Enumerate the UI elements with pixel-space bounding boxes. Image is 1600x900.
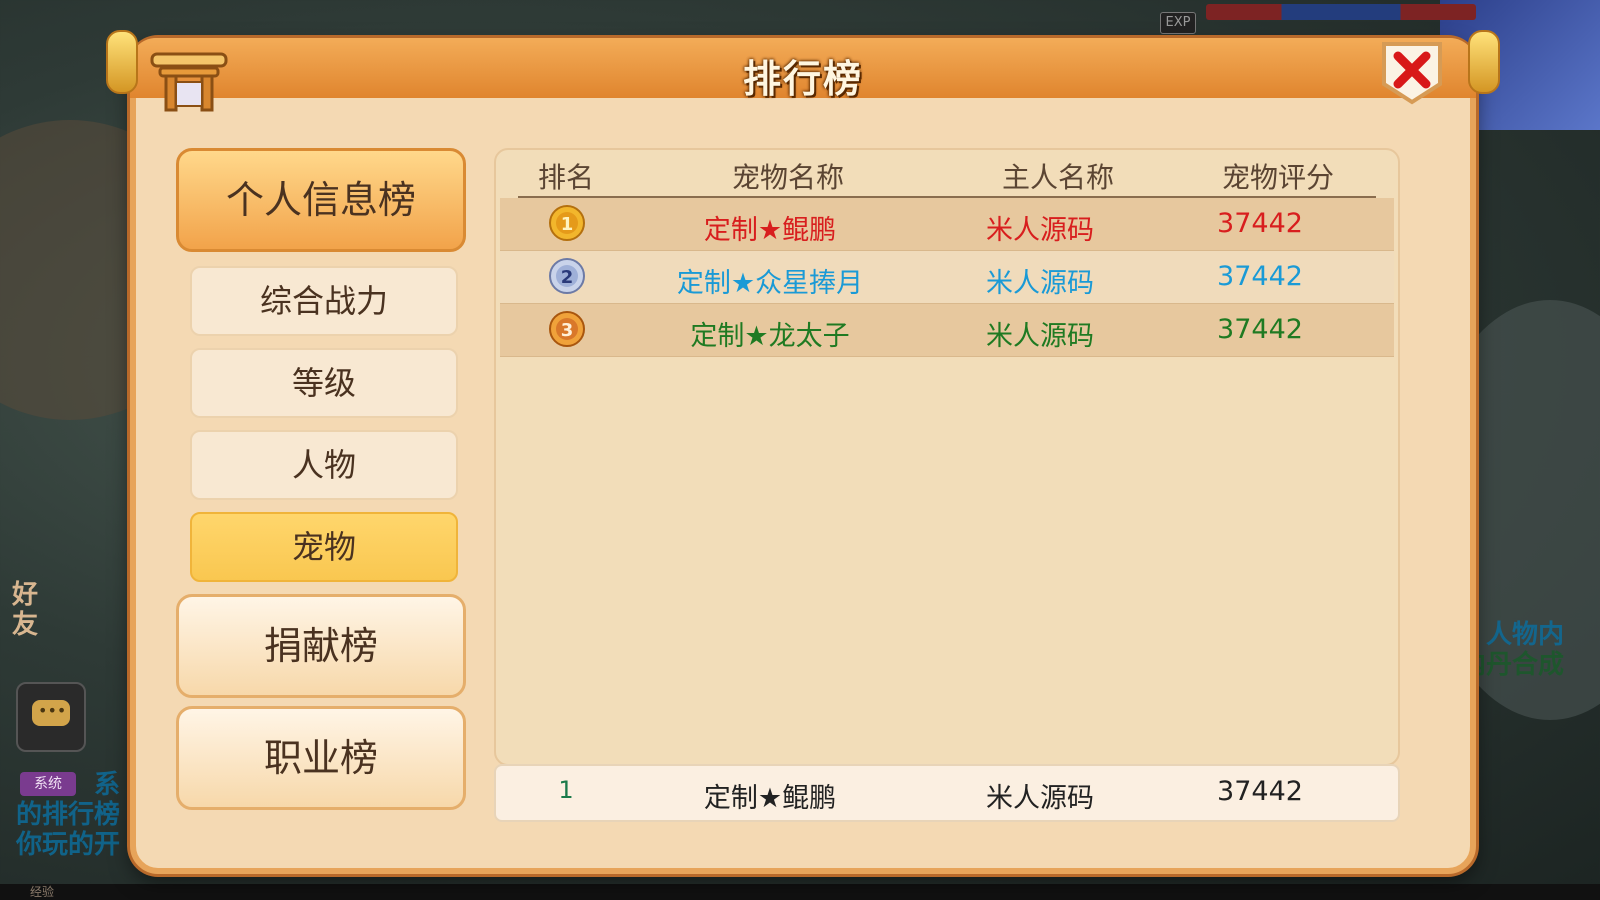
nav-donation[interactable]: 捐献榜 <box>176 594 466 698</box>
ranking-table: 排名 宠物名称 主人名称 宠物评分 1 定制★鲲鹏 米人源码 37442 2 定… <box>494 148 1400 766</box>
my-ranking-row: 1 定制★鲲鹏 米人源码 37442 <box>494 764 1400 822</box>
nav-pet[interactable]: 宠物 <box>190 512 458 582</box>
nav-item-label: 综合战力 <box>259 282 388 320</box>
nav-combat-power[interactable]: 综合战力 <box>190 266 458 336</box>
friend-label[interactable]: 好友 <box>12 580 42 640</box>
nav-level[interactable]: 等级 <box>190 348 458 418</box>
chat-text: 系 <box>94 770 121 800</box>
scroll-knob-right <box>1468 30 1500 94</box>
nav-career[interactable]: 职业榜 <box>176 706 466 810</box>
nav-item-label: 宠物 <box>291 528 356 566</box>
bottom-exp-bar <box>0 884 1600 900</box>
system-badge: 系统 <box>20 772 76 796</box>
owner-name: 米人源码 <box>986 321 1094 352</box>
owner-name: 米人源码 <box>986 268 1094 299</box>
my-pet-score: 37442 <box>1217 776 1303 807</box>
nav-personal-info[interactable]: 个人信息榜 <box>176 148 466 252</box>
my-rank: 1 <box>558 776 574 804</box>
table-row[interactable]: 2 定制★众星捧月 米人源码 37442 <box>500 251 1394 304</box>
chat-bubble-icon <box>32 700 70 726</box>
nav-career-label: 职业榜 <box>263 736 378 780</box>
pet-score: 37442 <box>1217 208 1303 239</box>
nav-donation-label: 捐献榜 <box>263 624 378 668</box>
bronze-medal-icon: 3 <box>549 311 585 347</box>
pet-score: 37442 <box>1217 261 1303 292</box>
pet-name: 定制★鲲鹏 <box>703 215 837 246</box>
bottom-exp-label: 经验 <box>30 885 55 899</box>
gold-medal-icon: 1 <box>549 205 585 241</box>
owner-name: 米人源码 <box>986 215 1094 246</box>
hp-mp-bars <box>1206 4 1476 20</box>
quest-text[interactable]: 人物内 <box>1486 620 1564 650</box>
nav-item-label: 人物 <box>291 446 356 484</box>
ranking-dialog: 排行榜 个人信息榜 综合战力 等级 人物 宠物 捐献榜 职业榜 排名 宠物名称 … <box>106 30 1500 874</box>
my-owner-name: 米人源码 <box>986 783 1094 814</box>
chat-text: 你玩的开 <box>16 830 121 860</box>
dialog-title: 排行榜 <box>742 57 863 101</box>
header-pet-score: 宠物评分 <box>1221 161 1334 194</box>
svg-text:2: 2 <box>561 267 574 288</box>
header-pet-name: 宠物名称 <box>731 161 844 194</box>
nav-character[interactable]: 人物 <box>190 430 458 500</box>
pet-score: 37442 <box>1217 314 1303 345</box>
table-row[interactable]: 3 定制★龙太子 米人源码 37442 <box>500 304 1394 357</box>
nav-item-label: 等级 <box>291 364 356 402</box>
my-pet-name: 定制★鲲鹏 <box>703 783 837 814</box>
silver-medal-icon: 2 <box>549 258 585 294</box>
pet-name: 定制★龙太子 <box>690 321 850 352</box>
close-icon[interactable] <box>1380 40 1444 106</box>
dialog-header: 排行榜 <box>130 38 1476 101</box>
exp-badge: EXP <box>1160 12 1196 34</box>
header-rank: 排名 <box>537 161 594 194</box>
scroll-knob-left <box>106 30 138 94</box>
svg-text:1: 1 <box>561 214 574 235</box>
pet-name: 定制★众星捧月 <box>676 268 864 299</box>
table-row[interactable]: 1 定制★鲲鹏 米人源码 37442 <box>500 198 1394 251</box>
svg-text:3: 3 <box>561 320 574 341</box>
nav-personal-info-label: 个人信息榜 <box>225 178 416 222</box>
chat-text: 的排行榜 <box>16 800 121 830</box>
gate-icon <box>150 52 228 112</box>
table-header: 排名 宠物名称 主人名称 宠物评分 <box>518 150 1376 198</box>
chat-button[interactable] <box>16 682 86 752</box>
header-owner-name: 主人名称 <box>1001 161 1114 194</box>
